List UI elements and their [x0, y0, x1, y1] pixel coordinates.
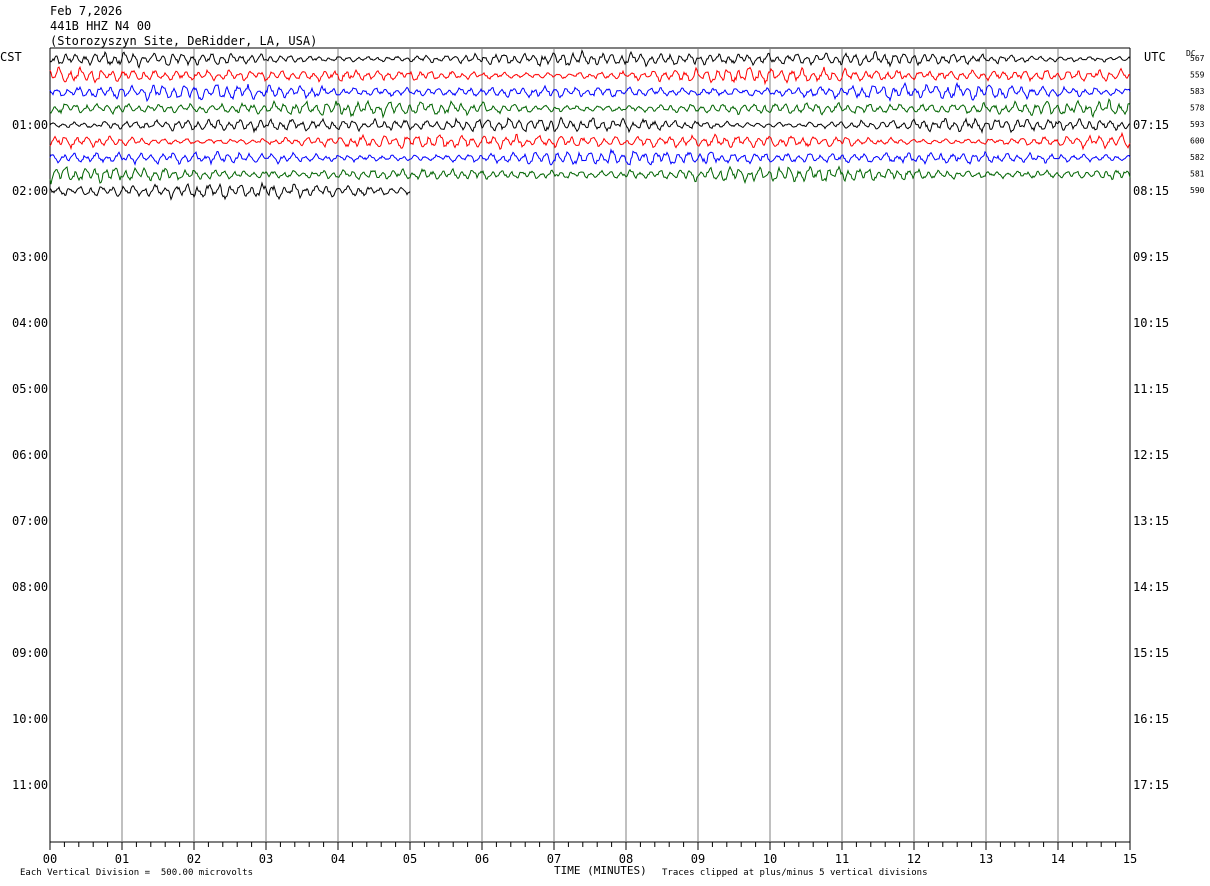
helicorder-plot: 00 01 02 03 04 05 06 07 08 09 10 11 12 13 14 1501:0002:… — [12, 47, 1205, 866]
utc-hour-label: 11:15 — [1133, 382, 1169, 396]
dc-value-label: 593 — [1190, 120, 1205, 129]
cst-hour-label: 06:00 — [12, 448, 48, 462]
cst-hour-label: 07:00 — [12, 514, 48, 528]
dc-value-label: 559 — [1190, 71, 1205, 80]
clip-note: Traces clipped at plus/minus 5 vertical … — [662, 868, 928, 878]
cst-hour-label: 03:00 — [12, 250, 48, 264]
utc-hour-label: 10:15 — [1133, 316, 1169, 330]
seismic-trace — [49, 131, 1131, 151]
seismic-trace — [49, 49, 1131, 69]
scale-note: Each Vertical Division = 500.00 microvol… — [20, 868, 253, 878]
seismic-trace — [49, 181, 411, 201]
seismic-trace — [49, 148, 1131, 166]
x-tick-label: 15 — [1123, 852, 1137, 866]
dc-value-label: 583 — [1190, 87, 1205, 96]
x-tick-label: 06 — [475, 852, 489, 866]
x-tick-label: 02 — [187, 852, 201, 866]
x-tick-label: 01 — [115, 852, 129, 866]
dc-value-label: 578 — [1190, 104, 1205, 113]
cst-hour-label: 04:00 — [12, 316, 48, 330]
dc-value-label: 582 — [1190, 153, 1205, 162]
x-tick-label: 11 — [835, 852, 849, 866]
cst-hour-label: 11:00 — [12, 778, 48, 792]
x-tick-label: 05 — [403, 852, 417, 866]
dc-value-label: 567 — [1190, 54, 1205, 63]
dc-value-label: 581 — [1190, 170, 1205, 179]
x-tick-label: 10 — [763, 852, 777, 866]
x-tick-label: 00 — [43, 852, 57, 866]
cst-hour-label: 10:00 — [12, 712, 48, 726]
cst-hour-label: 05:00 — [12, 382, 48, 396]
cst-hour-label: 01:00 — [12, 118, 48, 132]
dc-value-label: 600 — [1190, 137, 1205, 146]
x-tick-label: 03 — [259, 852, 273, 866]
x-tick-label: 12 — [907, 852, 921, 866]
seismic-trace — [49, 165, 1131, 185]
seismic-trace — [49, 116, 1131, 134]
utc-hour-label: 17:15 — [1133, 778, 1169, 792]
x-tick-label: 14 — [1051, 852, 1065, 866]
cst-hour-label: 09:00 — [12, 646, 48, 660]
x-tick-label: 13 — [979, 852, 993, 866]
cst-hour-label: 08:00 — [12, 580, 48, 594]
utc-hour-label: 09:15 — [1133, 250, 1169, 264]
x-tick-label: 09 — [691, 852, 705, 866]
x-tick-label: 04 — [331, 852, 345, 866]
utc-hour-label: 13:15 — [1133, 514, 1169, 528]
seismic-trace — [49, 65, 1130, 86]
utc-hour-label: 16:15 — [1133, 712, 1169, 726]
x-axis-label: TIME (MINUTES) — [554, 864, 647, 877]
seismic-trace — [49, 98, 1131, 119]
utc-hour-label: 15:15 — [1133, 646, 1169, 660]
utc-hour-label: 07:15 — [1133, 118, 1169, 132]
utc-hour-label: 14:15 — [1133, 580, 1169, 594]
seismic-trace — [49, 81, 1131, 103]
cst-hour-label: 02:00 — [12, 184, 48, 198]
utc-hour-label: 08:15 — [1133, 184, 1169, 198]
utc-hour-label: 12:15 — [1133, 448, 1169, 462]
dc-value-label: 590 — [1190, 186, 1205, 195]
